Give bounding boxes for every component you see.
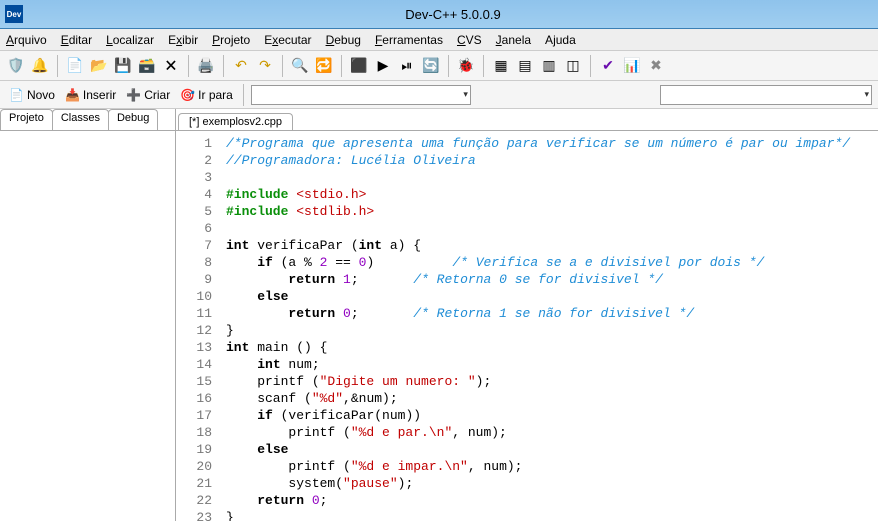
grid2-icon[interactable]: ▤	[515, 56, 535, 76]
grid4-icon[interactable]: ◫	[563, 56, 583, 76]
menu-bar: Arquivo Editar Localizar Exibir Projeto …	[0, 29, 878, 51]
save-all-icon[interactable]: 🗃️	[137, 56, 157, 76]
debug-icon[interactable]: 🐞	[456, 56, 476, 76]
tab-debug[interactable]: Debug	[108, 109, 158, 130]
close-icon[interactable]: 🗙	[161, 56, 181, 76]
undo-icon[interactable]: ↶	[231, 56, 251, 76]
left-panel: Projeto Classes Debug	[0, 109, 176, 521]
save-icon[interactable]: 💾	[113, 56, 133, 76]
bell-icon[interactable]: 🔔	[30, 56, 50, 76]
left-tabs: Projeto Classes Debug	[0, 109, 175, 131]
line-gutter: 1 2 3 4 5 6 7 8 9 10 11 12 13 14 15 16 1…	[176, 131, 220, 521]
inserir-button[interactable]: 📥Inserir	[62, 87, 119, 103]
file-tabs: [*] exemplosv2.cpp	[176, 109, 878, 131]
novo-button[interactable]: 📄Novo	[6, 87, 58, 103]
irpara-button[interactable]: 🎯Ir para	[177, 87, 236, 103]
editor-panel: [*] exemplosv2.cpp 1 2 3 4 5 6 7 8 9 10 …	[176, 109, 878, 521]
combo2[interactable]: ▾	[660, 85, 872, 105]
project-tree[interactable]	[0, 131, 175, 519]
grid1-icon[interactable]: ▦	[491, 56, 511, 76]
file-tab-exemplos[interactable]: [*] exemplosv2.cpp	[178, 113, 293, 130]
grid3-icon[interactable]: ▥	[539, 56, 559, 76]
criar-button[interactable]: ➕Criar	[123, 87, 173, 103]
toolbar-main: 🛡️ 🔔 📄 📂 💾 🗃️ 🗙 🖨️ ↶ ↷ 🔍 🔁 ⬛ ▶ ⏯ 🔄 🐞 ▦ ▤…	[0, 51, 878, 81]
open-icon[interactable]: 📂	[89, 56, 109, 76]
menu-arquivo[interactable]: Arquivo	[6, 33, 47, 47]
menu-janela[interactable]: Janela	[496, 33, 531, 47]
menu-ferramentas[interactable]: Ferramentas	[375, 33, 443, 47]
code-editor[interactable]: 1 2 3 4 5 6 7 8 9 10 11 12 13 14 15 16 1…	[176, 131, 878, 521]
menu-localizar[interactable]: Localizar	[106, 33, 154, 47]
menu-exibir[interactable]: Exibir	[168, 33, 198, 47]
chart-icon[interactable]: 📊	[622, 56, 642, 76]
replace-icon[interactable]: 🔁	[314, 56, 334, 76]
shield-icon[interactable]: 🛡️	[6, 56, 26, 76]
redo-icon[interactable]: ↷	[255, 56, 275, 76]
app-icon: Dev	[5, 5, 23, 23]
tab-projeto[interactable]: Projeto	[0, 109, 53, 130]
chevron-down-icon: ▾	[463, 89, 468, 100]
menu-editar[interactable]: Editar	[61, 33, 92, 47]
compile-icon[interactable]: ⬛	[349, 56, 369, 76]
menu-executar[interactable]: Executar	[264, 33, 311, 47]
menu-cvs[interactable]: CVS	[457, 33, 482, 47]
window-title: Dev-C++ 5.0.0.9	[28, 7, 878, 22]
tab-classes[interactable]: Classes	[52, 109, 109, 130]
check-icon[interactable]: ✔	[598, 56, 618, 76]
toolbar-secondary: 📄Novo 📥Inserir ➕Criar 🎯Ir para ▾ ▾	[0, 81, 878, 109]
delete-icon[interactable]: ✖	[646, 56, 666, 76]
compile-run-icon[interactable]: ⏯	[397, 56, 417, 76]
find-icon[interactable]: 🔍	[290, 56, 310, 76]
rebuild-icon[interactable]: 🔄	[421, 56, 441, 76]
chevron-down-icon: ▾	[864, 89, 869, 100]
menu-ajuda[interactable]: Ajuda	[545, 33, 576, 47]
run-icon[interactable]: ▶	[373, 56, 393, 76]
combo1[interactable]: ▾	[251, 85, 471, 105]
title-bar: Dev Dev-C++ 5.0.0.9	[0, 0, 878, 29]
menu-projeto[interactable]: Projeto	[212, 33, 250, 47]
menu-debug[interactable]: Debug	[326, 33, 361, 47]
code-body[interactable]: /*Programa que apresenta uma função para…	[220, 131, 878, 521]
new-file-icon[interactable]: 📄	[65, 56, 85, 76]
main-area: Projeto Classes Debug [*] exemplosv2.cpp…	[0, 109, 878, 521]
print-icon[interactable]: 🖨️	[196, 56, 216, 76]
